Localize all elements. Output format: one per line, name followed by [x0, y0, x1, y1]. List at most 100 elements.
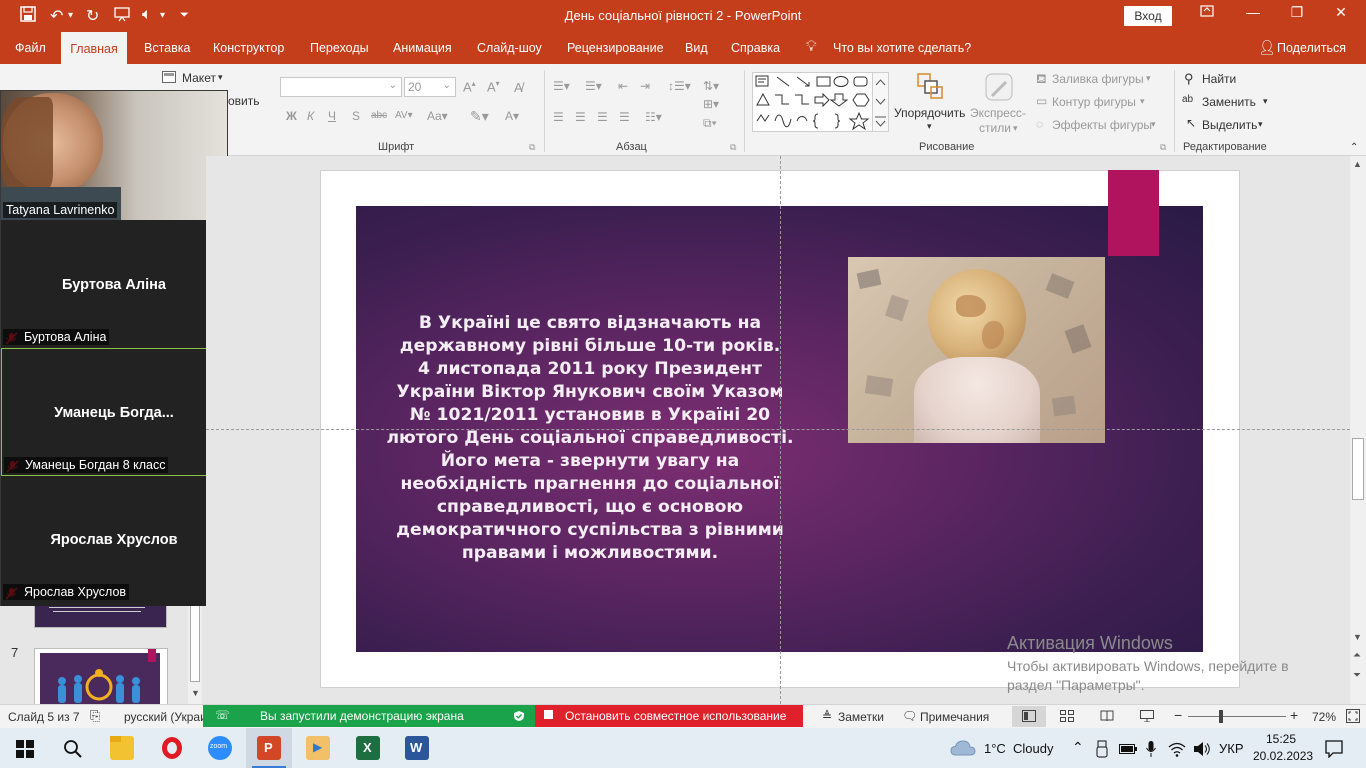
- editor-scroll-thumb[interactable]: [1352, 438, 1364, 500]
- restore-button[interactable]: ❐: [1282, 4, 1312, 21]
- spellcheck-icon[interactable]: ⎘: [90, 708, 100, 724]
- volume-icon[interactable]: [1193, 741, 1211, 757]
- editor-scrollbar[interactable]: ▲ ▼ ⏶ ⏷: [1350, 156, 1366, 704]
- excel-icon[interactable]: X: [356, 736, 380, 760]
- opera-icon[interactable]: [160, 736, 184, 760]
- strikethrough-icon[interactable]: abc: [371, 110, 387, 121]
- justify-icon[interactable]: ☰: [619, 110, 630, 124]
- arrange-dropdown-icon[interactable]: ▾: [927, 121, 932, 132]
- layout-dropdown-icon[interactable]: ▾: [218, 72, 223, 83]
- shape-fill-button[interactable]: Заливка фигуры: [1052, 72, 1144, 86]
- file-explorer-icon[interactable]: [110, 736, 134, 760]
- slide-counter[interactable]: Слайд 5 из 7: [8, 710, 80, 724]
- share-button[interactable]: Поделиться: [1277, 41, 1346, 55]
- windows-start-icon[interactable]: [16, 740, 34, 758]
- thumbnail-scroll-thumb[interactable]: [190, 600, 200, 682]
- wifi-icon[interactable]: [1168, 741, 1186, 757]
- tell-me-search[interactable]: Что вы хотите сделать?: [833, 41, 971, 55]
- language-indicator[interactable]: русский (Украи: [124, 710, 207, 724]
- shapes-gallery[interactable]: [752, 72, 888, 132]
- close-button[interactable]: ✕: [1326, 4, 1356, 21]
- tab-help[interactable]: Справка: [731, 41, 780, 55]
- media-player-icon[interactable]: ▶: [306, 736, 330, 760]
- participant-tile[interactable]: Буртова Аліна Буртова Аліна: [1, 220, 227, 348]
- columns-icon[interactable]: ☷▾: [645, 110, 662, 124]
- arrange-button[interactable]: Упорядочить: [894, 106, 965, 120]
- participant-video-tile[interactable]: Tatyana Lavrinenko: [1, 91, 227, 220]
- tab-view[interactable]: Вид: [685, 41, 708, 55]
- font-dialog-launcher-icon[interactable]: ⧉: [529, 142, 535, 153]
- slide-accent-bar[interactable]: [1108, 170, 1159, 256]
- italic-icon[interactable]: К: [307, 109, 314, 123]
- select-button[interactable]: Выделить: [1202, 118, 1257, 132]
- stop-sharing-button[interactable]: Остановить совместное использование: [535, 705, 803, 727]
- slide-sorter-icon[interactable]: [1060, 710, 1074, 722]
- shape-fill-dropdown-icon[interactable]: ▾: [1146, 73, 1151, 84]
- font-name-field[interactable]: ⌄: [280, 77, 402, 97]
- notes-button[interactable]: Заметки: [838, 710, 884, 724]
- replace-dropdown-icon[interactable]: ▾: [1263, 96, 1268, 107]
- clock-time[interactable]: 15:25: [1266, 732, 1296, 746]
- zoom-app-icon[interactable]: zoom: [208, 736, 232, 760]
- scroll-down-arrow-icon[interactable]: ▼: [191, 688, 200, 698]
- slide-text-box[interactable]: В Україні це свято відзначають на держав…: [380, 312, 800, 565]
- comments-button[interactable]: Примечания: [920, 710, 989, 724]
- tab-review[interactable]: Рецензирование: [567, 41, 664, 55]
- tab-insert[interactable]: Вставка: [144, 41, 190, 55]
- tab-file[interactable]: Файл: [15, 41, 46, 55]
- battery-icon[interactable]: [1119, 742, 1137, 756]
- grow-font-icon[interactable]: A▴: [463, 79, 476, 94]
- tab-home[interactable]: Главная: [61, 32, 127, 64]
- slide-thumbnail-7[interactable]: [34, 648, 168, 706]
- numbering-icon[interactable]: ☰▾: [585, 79, 602, 93]
- next-slide-icon[interactable]: ⏷: [1353, 670, 1361, 681]
- align-left-icon[interactable]: ☰: [553, 110, 564, 124]
- previous-slide-icon[interactable]: ⏶: [1353, 650, 1361, 661]
- bullets-icon[interactable]: ☰▾: [553, 79, 570, 93]
- tab-slideshow[interactable]: Слайд-шоу: [477, 41, 542, 55]
- word-icon[interactable]: W: [405, 736, 429, 760]
- change-case-icon[interactable]: Aa▾: [427, 109, 448, 123]
- increase-indent-icon[interactable]: ⇥: [640, 79, 650, 93]
- underline-icon[interactable]: Ч: [328, 109, 336, 123]
- keyboard-language[interactable]: УКР: [1219, 741, 1244, 756]
- weather-temperature[interactable]: 1°C: [984, 741, 1006, 756]
- font-size-field[interactable]: 20 ⌄: [404, 77, 456, 97]
- align-text-icon[interactable]: ⊞▾: [703, 97, 719, 111]
- search-icon[interactable]: [63, 739, 83, 759]
- zoom-in-icon[interactable]: +: [1290, 707, 1298, 723]
- tab-design[interactable]: Конструктор: [213, 41, 284, 55]
- find-button[interactable]: Найти: [1202, 72, 1236, 86]
- cloud-weather-icon[interactable]: [950, 739, 976, 757]
- clear-format-icon[interactable]: A̸: [514, 80, 523, 95]
- font-color-icon[interactable]: A▾: [505, 109, 519, 123]
- tray-overflow-icon[interactable]: ⌃: [1072, 739, 1084, 756]
- shapes-scroll[interactable]: [872, 72, 889, 132]
- drawing-dialog-launcher-icon[interactable]: ⧉: [1160, 142, 1166, 153]
- minimize-button[interactable]: —: [1238, 4, 1268, 20]
- smartart-icon[interactable]: ⧉▾: [703, 116, 717, 131]
- notifications-icon[interactable]: [1325, 740, 1343, 758]
- shadow-icon[interactable]: S: [352, 109, 360, 123]
- clock-date[interactable]: 20.02.2023: [1253, 749, 1313, 763]
- ribbon-display-icon[interactable]: [1192, 4, 1222, 21]
- text-direction-icon[interactable]: ⇅▾: [703, 79, 719, 93]
- shrink-font-icon[interactable]: A▾: [487, 79, 500, 94]
- zoom-slider-thumb[interactable]: [1219, 710, 1223, 723]
- line-spacing-icon[interactable]: ↕☰▾: [668, 79, 691, 93]
- shape-outline-button[interactable]: Контур фигуры: [1052, 95, 1136, 109]
- paragraph-dialog-launcher-icon[interactable]: ⧉: [730, 142, 736, 153]
- shape-effects-button[interactable]: Эффекты фигуры: [1052, 118, 1152, 132]
- normal-view-button[interactable]: [1012, 706, 1046, 727]
- replace-button[interactable]: Заменить: [1202, 95, 1256, 109]
- fit-slide-icon[interactable]: [1346, 709, 1360, 723]
- highlight-icon[interactable]: ✎▾: [470, 108, 489, 125]
- reading-view-icon[interactable]: [1100, 710, 1114, 722]
- reset-button-partial[interactable]: овить: [228, 94, 260, 108]
- thumbnail-scrollbar[interactable]: ▼: [188, 596, 202, 704]
- shape-outline-dropdown-icon[interactable]: ▾: [1140, 96, 1145, 107]
- select-dropdown-icon[interactable]: ▾: [1258, 119, 1263, 130]
- slide-photo-globe[interactable]: [848, 257, 1105, 443]
- slideshow-view-icon[interactable]: [1140, 710, 1154, 722]
- participant-tile-active[interactable]: Уманець Богда... Уманець Богдан 8 класс: [1, 348, 227, 476]
